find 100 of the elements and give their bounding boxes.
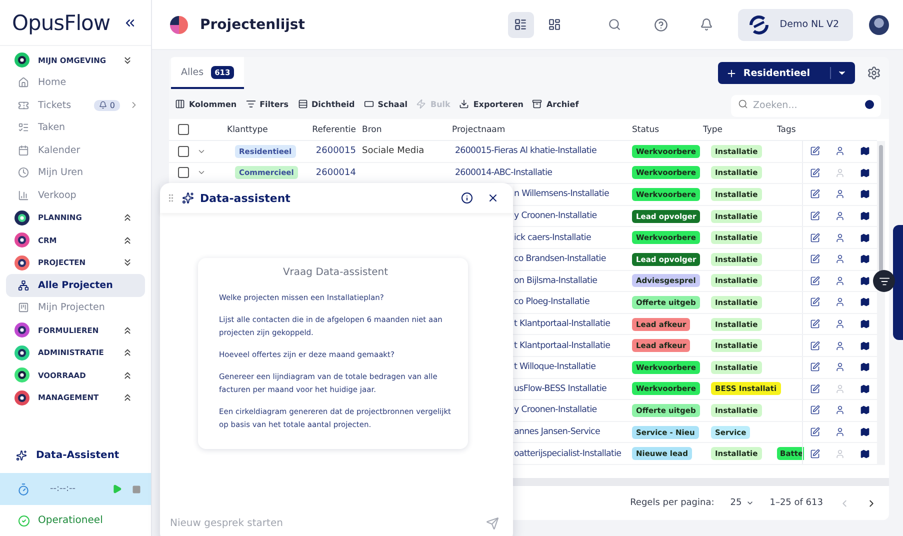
drag-handle-icon[interactable] [166,193,176,203]
map-icon[interactable] [860,448,870,459]
rows-per-page-select[interactable]: 25 [730,498,754,508]
edit-icon[interactable] [810,254,820,264]
edit-icon[interactable] [810,448,820,459]
chevrons-up-icon[interactable] [122,370,133,381]
column-header[interactable]: Projectnaam [452,124,632,134]
user-avatar[interactable] [869,14,889,34]
organization-switcher[interactable]: Demo NL V2 [738,8,853,40]
user-icon[interactable] [834,427,845,438]
edit-icon[interactable] [810,189,820,200]
map-icon[interactable] [860,319,870,330]
nav-item[interactable]: Verkoop [6,184,145,206]
map-icon[interactable] [860,362,870,372]
map-icon[interactable] [860,427,870,438]
nav-item[interactable]: Mijn Projecten [6,296,145,319]
column-header[interactable]: Klanttype [227,124,309,134]
edit-icon[interactable] [810,276,820,286]
user-icon[interactable] [834,211,845,222]
map-icon[interactable] [860,340,870,351]
map-icon[interactable] [860,168,870,178]
edit-icon[interactable] [810,211,820,222]
toolbar-button[interactable]: Dichtheid [298,99,355,109]
settings-icon [867,66,881,80]
column-header[interactable]: Referentie [309,124,362,134]
column-header[interactable]: Type [703,124,777,134]
project-link[interactable]: 2600014-ABC-Installatie [452,168,632,178]
edit-icon[interactable] [810,340,820,351]
close-button[interactable] [487,192,499,204]
user-icon[interactable] [834,319,845,330]
checkbox[interactable] [178,124,189,135]
new-project-button[interactable]: Residentieel [718,62,855,84]
checkbox[interactable] [178,167,189,178]
user-icon[interactable] [834,189,845,200]
chevrons-down-icon[interactable] [122,257,133,268]
section-icon [14,390,30,406]
nav-icon [18,302,29,314]
map-icon[interactable] [860,189,870,200]
checkbox[interactable] [178,146,189,157]
section-icon [14,322,30,338]
section-icon [14,210,30,226]
column-header[interactable]: Bron [362,124,452,134]
chevrons-up-icon[interactable] [122,324,133,336]
project-link[interactable]: 2600015-Fieras Al khatie-Installatie [452,146,632,156]
nav-item[interactable]: Home [6,72,145,94]
nav-item[interactable]: Taken [6,116,145,139]
user-icon[interactable] [834,297,845,308]
user-icon[interactable] [834,146,845,156]
toolbar-icon [459,99,470,109]
stopwatch-icon [17,482,30,496]
status-text: Operationeel [38,515,103,526]
user-icon[interactable] [834,232,845,243]
chevrons-up-icon[interactable] [122,234,133,246]
edit-icon[interactable] [810,384,820,394]
user-icon[interactable] [834,254,845,264]
map-icon[interactable] [860,276,870,286]
nav-item[interactable]: Mijn Uren [6,162,145,184]
edit-icon[interactable] [810,232,820,243]
map-icon[interactable] [860,211,870,222]
toolbar-button[interactable]: Schaal [364,99,408,109]
map-icon[interactable] [860,146,870,156]
edit-icon[interactable] [810,427,820,438]
edit-icon[interactable] [810,362,820,372]
user-icon[interactable] [834,276,845,286]
chevrons-up-icon[interactable] [122,212,133,224]
vertical-scrollbar[interactable] [877,141,885,465]
user-icon[interactable] [834,362,845,372]
toolbar-button[interactable]: Filters [246,99,288,109]
edit-icon[interactable] [810,297,820,308]
toolbar-button[interactable]: Exporteren [459,99,524,109]
nav-icon [18,280,29,291]
nav-item[interactable]: Tickets 0 [6,94,145,116]
user-icon[interactable] [834,340,845,351]
edit-icon[interactable] [810,319,820,330]
toolbar-button[interactable]: Archief [532,99,579,109]
search-field[interactable]: Zoeken... [731,94,881,116]
map-icon[interactable] [860,254,870,264]
column-header[interactable]: Status [632,124,703,134]
toolbar-button[interactable]: Kolommen [175,99,237,109]
list-view-button[interactable] [508,12,534,38]
map-icon[interactable] [860,405,870,416]
map-icon[interactable] [860,232,870,243]
nav-item[interactable]: Kalender [6,139,145,162]
edit-icon[interactable] [810,405,820,416]
info-button[interactable] [461,192,473,204]
assistant-nav-item[interactable]: Data-Assistent [0,441,151,469]
edit-icon[interactable] [810,146,820,156]
edit-icon[interactable] [810,168,820,178]
chevrons-up-icon[interactable] [122,392,133,404]
nav-icon [18,190,29,201]
chevrons-up-icon[interactable] [122,347,133,358]
column-header[interactable]: Tags [777,124,802,134]
user-icon[interactable] [834,405,845,416]
nav-icon [18,100,29,111]
map-icon[interactable] [860,384,870,394]
nav-item[interactable]: Alle Projecten [6,274,145,296]
chevrons-down-icon[interactable] [122,54,133,66]
map-icon[interactable] [860,297,870,308]
settings-button[interactable] [867,66,881,80]
message-input[interactable]: Nieuw gesprek starten [168,516,486,530]
